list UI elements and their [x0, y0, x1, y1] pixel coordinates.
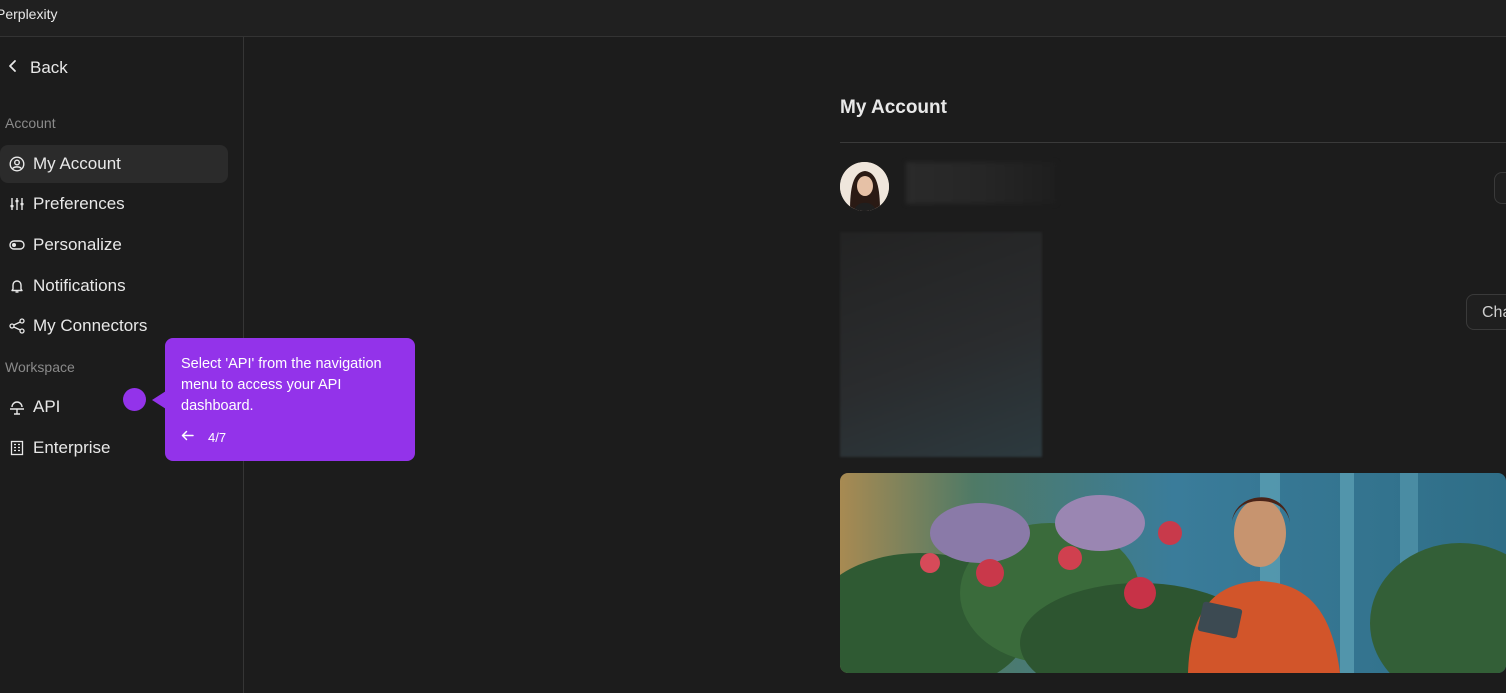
chevron-left-icon — [6, 58, 20, 78]
page-title: My Account — [840, 97, 947, 118]
toggle-icon — [8, 237, 25, 254]
sidebar-item-label: Personalize — [33, 235, 122, 254]
sidebar-item-preferences[interactable]: Preferences — [0, 185, 228, 223]
sidebar-item-label: API — [33, 397, 61, 416]
user-circle-icon — [8, 156, 25, 173]
bell-icon — [8, 278, 25, 295]
arrow-left-icon[interactable] — [181, 429, 194, 445]
redacted-profile-name — [906, 162, 1056, 204]
back-label: Back — [30, 58, 68, 77]
divider — [840, 142, 1506, 143]
section-label-workspace: Workspace — [5, 359, 75, 375]
sidebar-item-label: Notifications — [33, 276, 126, 295]
avatar[interactable] — [840, 162, 889, 211]
window-title: Perplexity — [0, 6, 58, 22]
sidebar-item-label: Preferences — [33, 194, 125, 213]
redacted-profile-details — [840, 232, 1042, 457]
tooltip-pointer — [152, 391, 166, 409]
sidebar-item-label: Enterprise — [33, 438, 111, 457]
back-button[interactable]: Back — [6, 57, 68, 79]
sidebar-item-personalize[interactable]: Personalize — [0, 226, 228, 264]
sidebar-item-label: My Connectors — [33, 316, 148, 335]
share-nodes-icon — [8, 318, 25, 335]
sliders-icon — [8, 196, 25, 213]
banner-image — [840, 473, 1506, 673]
tooltip-footer: 4/7 — [181, 429, 226, 445]
api-icon — [8, 399, 25, 416]
title-bar: Perplexity — [0, 0, 1506, 37]
change-button[interactable]: Cha — [1466, 294, 1506, 330]
sidebar-item-notifications[interactable]: Notifications — [0, 267, 228, 305]
section-label-account: Account — [5, 115, 56, 131]
main-content: My Account Cha — [244, 37, 1506, 693]
sidebar-item-my-account[interactable]: My Account — [0, 145, 228, 183]
building-icon — [8, 440, 25, 457]
sidebar-item-label: My Account — [33, 154, 121, 173]
tour-tooltip: Select 'API' from the navigation menu to… — [165, 338, 415, 461]
edit-profile-button[interactable] — [1494, 172, 1506, 204]
tooltip-message: Select 'API' from the navigation menu to… — [181, 356, 382, 414]
tour-hotspot[interactable] — [123, 388, 146, 411]
tooltip-step-counter: 4/7 — [208, 429, 227, 445]
